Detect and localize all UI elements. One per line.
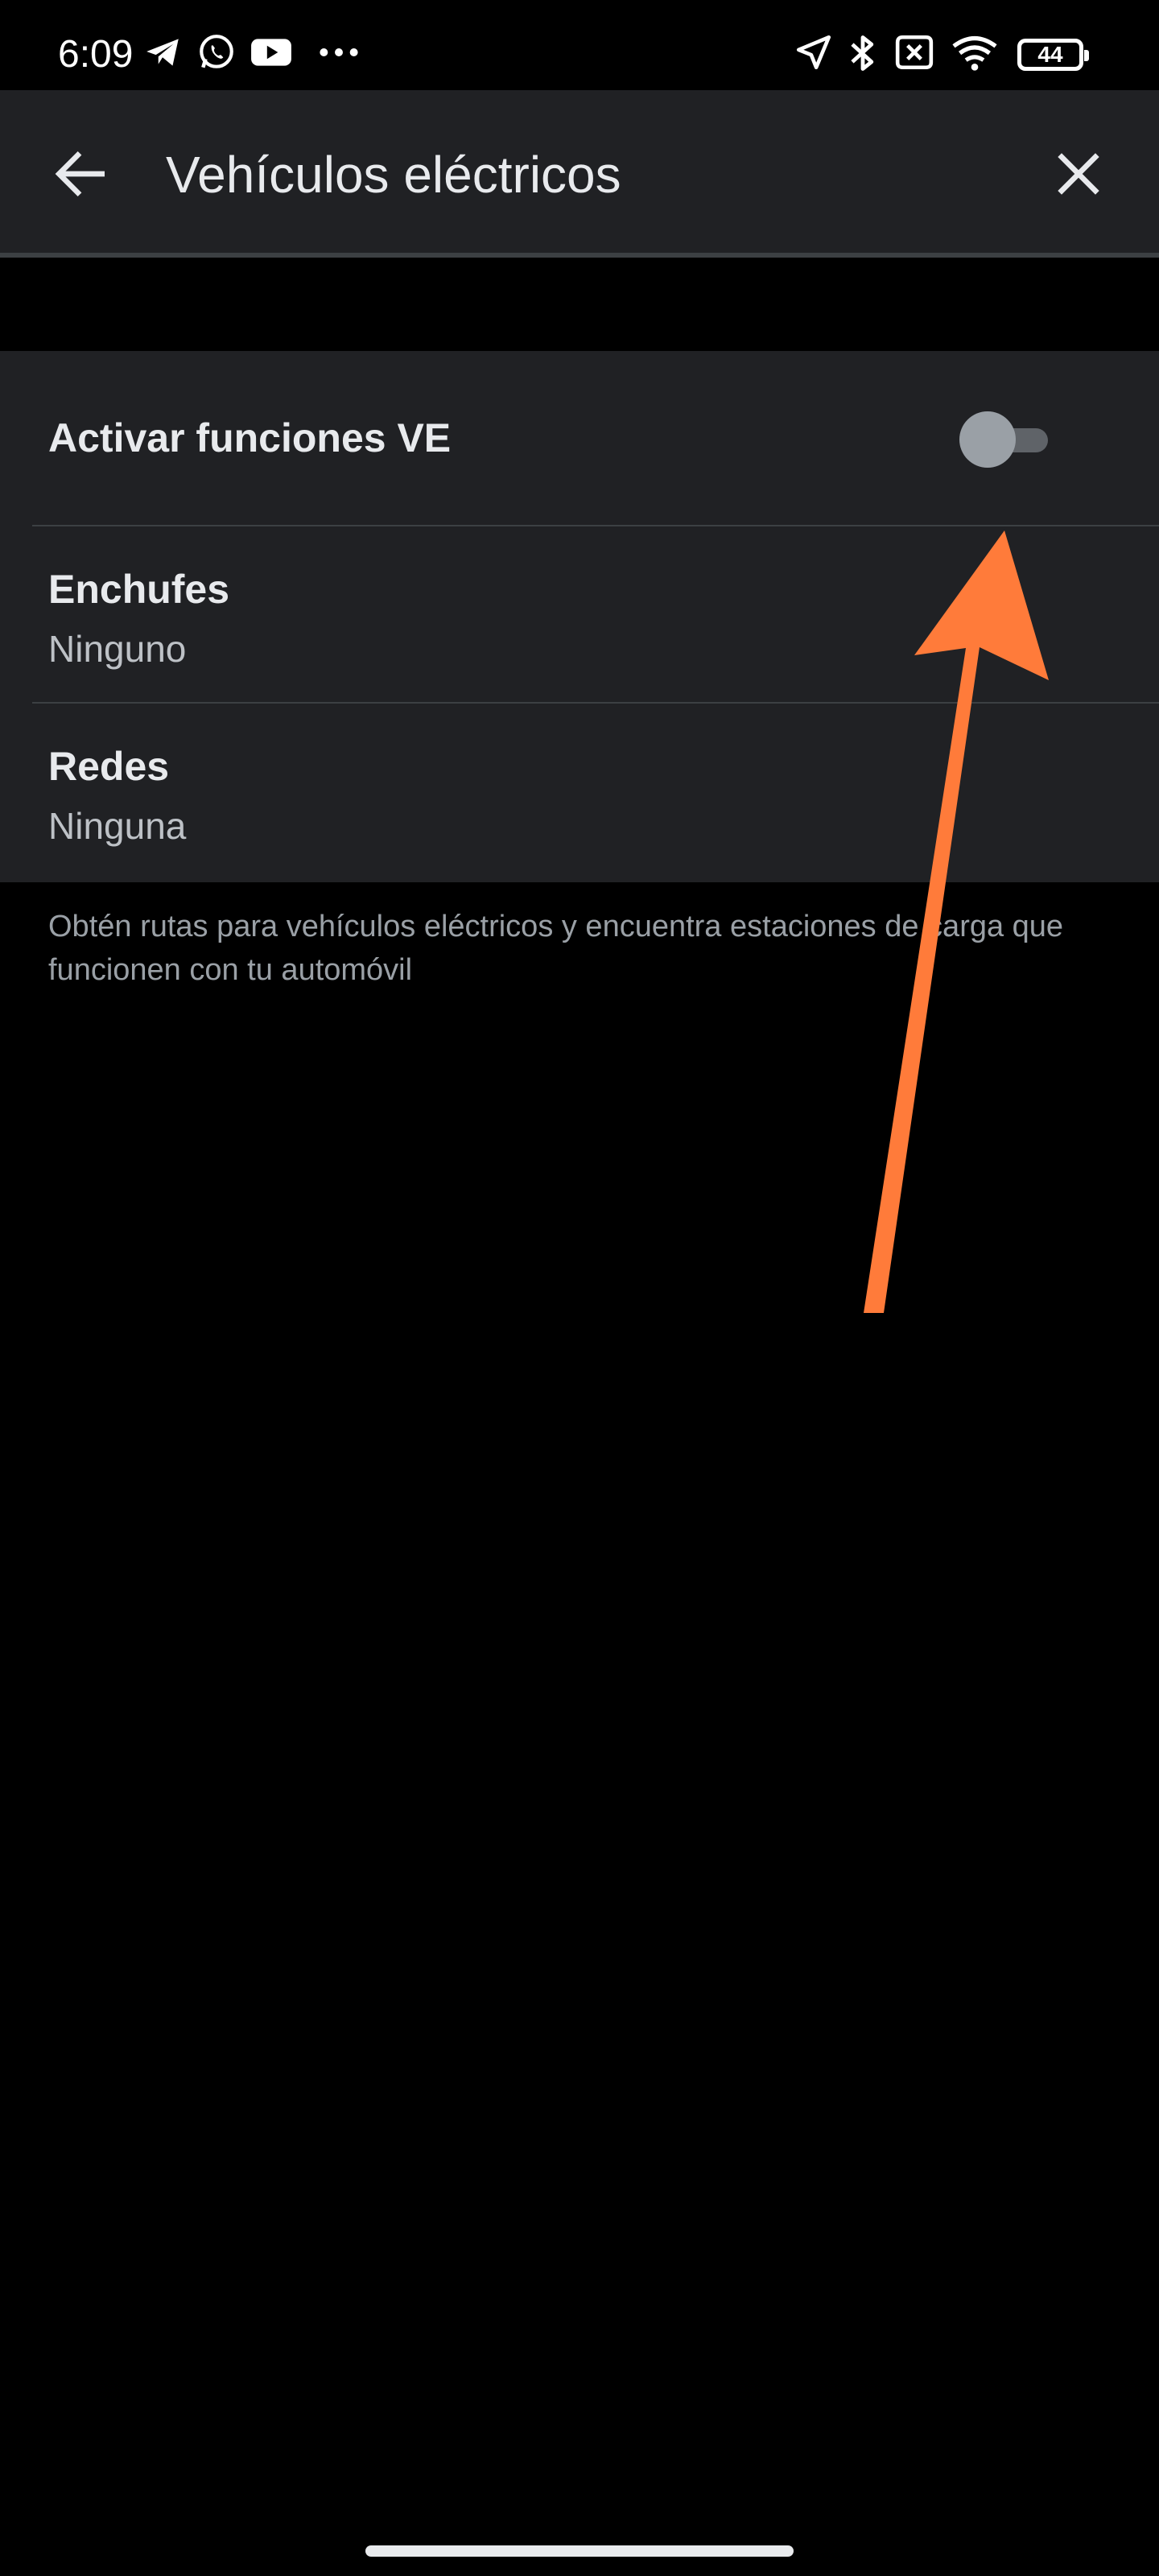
networks-value: Ninguna (48, 805, 187, 847)
status-bar: 6:09 44 (0, 0, 1159, 90)
plugs-row[interactable]: Enchufes Ninguno (0, 526, 1159, 702)
battery-icon: 44 (1017, 39, 1089, 71)
arrow-back-icon[interactable] (48, 142, 113, 206)
whatsapp-icon (200, 35, 233, 68)
home-indicator[interactable] (365, 2545, 794, 2557)
app-bar: Vehículos eléctricos (0, 90, 1159, 258)
ev-features-label: Activar funciones VE (48, 415, 452, 460)
location-icon (796, 35, 831, 70)
ev-features-toggle[interactable] (959, 411, 1054, 469)
status-time: 6:09 (58, 33, 134, 76)
ev-features-row[interactable]: Activar funciones VE (0, 351, 1159, 525)
more-notifications-icon (320, 48, 358, 56)
plugs-value: Ninguno (48, 628, 187, 670)
ev-caption: Obtén rutas para vehículos eléctricos y … (48, 910, 1064, 987)
no-sim-icon (895, 35, 934, 70)
toggle-thumb (959, 411, 1016, 468)
settings-card: Activar funciones VE Enchufes Ninguno Re… (0, 351, 1159, 882)
wifi-icon (952, 35, 997, 71)
page-title: Vehículos eléctricos (166, 146, 621, 204)
networks-row[interactable]: Redes Ninguna (0, 704, 1159, 882)
plugs-label: Enchufes (48, 567, 230, 612)
battery-level: 44 (1037, 42, 1063, 67)
youtube-icon (251, 39, 291, 66)
screen: 6:09 44 Vehículos eléctricos Activar fun… (0, 0, 1159, 2576)
telegram-icon (146, 39, 179, 66)
close-icon[interactable] (1046, 142, 1111, 206)
bluetooth-icon (851, 35, 874, 71)
networks-label: Redes (48, 744, 170, 789)
